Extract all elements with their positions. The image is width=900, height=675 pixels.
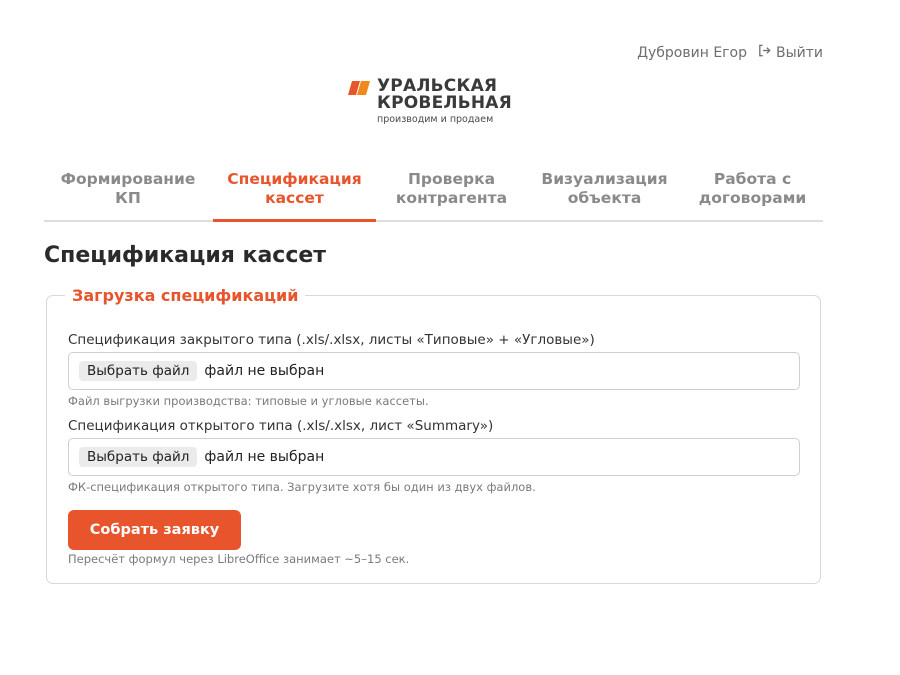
closed-spec-label: Спецификация закрытого типа (.xls/.xlsx,… <box>68 332 595 348</box>
user-bar: Дубровин Егор Выйти <box>637 43 823 62</box>
logo-mark-icon <box>348 81 374 99</box>
tab-object-visualization[interactable]: Визуализация объекта <box>527 166 682 220</box>
logout-label: Выйти <box>775 44 823 61</box>
tab-counterparty-check[interactable]: Проверка контрагента <box>376 166 527 220</box>
closed-spec-file-input[interactable]: Выбрать файл файл не выбран <box>68 352 800 390</box>
open-spec-file-status: файл не выбран <box>204 449 325 465</box>
open-spec-hint: ФК-спецификация открытого типа. Загрузит… <box>68 480 536 494</box>
open-spec-choose-button[interactable]: Выбрать файл <box>79 447 198 467</box>
open-spec-file-input[interactable]: Выбрать файл файл не выбран <box>68 438 800 476</box>
closed-spec-choose-button[interactable]: Выбрать файл <box>79 361 198 381</box>
logout-button[interactable]: Выйти <box>757 43 823 62</box>
page-title: Спецификация кассет <box>44 243 327 268</box>
open-spec-label: Спецификация открытого типа (.xls/.xlsx,… <box>68 418 494 434</box>
tab-cassette-spec[interactable]: Спецификация кассет <box>213 166 376 222</box>
tab-contracts[interactable]: Работа с договорами <box>682 166 823 220</box>
closed-spec-file-status: файл не выбран <box>204 363 325 379</box>
tab-commercial-offer[interactable]: Формирование КП <box>47 166 209 220</box>
main-tabs: Формирование КП Спецификация кассет Пров… <box>44 166 823 222</box>
logout-icon <box>757 43 772 62</box>
build-request-button[interactable]: Собрать заявку <box>68 510 241 550</box>
closed-spec-hint: Файл выгрузки производства: типовые и уг… <box>68 394 429 408</box>
recalc-note: Пересчёт формул через LibreOffice занима… <box>68 552 410 566</box>
logo-line-2: КРОВЕЛЬНАЯ <box>377 93 512 113</box>
upload-panel: Загрузка спецификаций Спецификация закры… <box>46 286 821 584</box>
logo-tagline: производим и продаем <box>377 114 494 125</box>
panel-legend: Загрузка спецификаций <box>65 286 306 305</box>
user-name: Дубровин Егор <box>637 44 747 61</box>
company-logo[interactable]: УРАЛЬСКАЯ КРОВЕЛЬНАЯ производим и продае… <box>348 78 512 125</box>
